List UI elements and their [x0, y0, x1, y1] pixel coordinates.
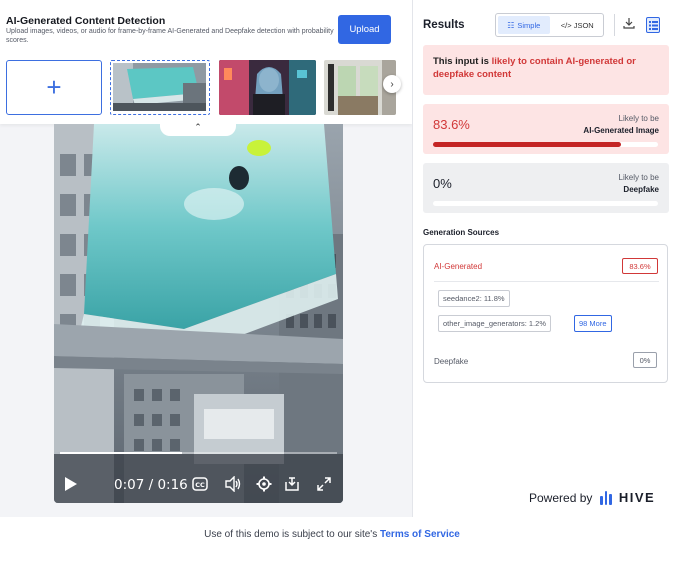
toolbar-separator	[614, 14, 615, 36]
svg-text:CC: CC	[195, 481, 205, 489]
view-toggle: ☷ Simple </> JSON	[495, 13, 604, 37]
footer-notice: Use of this demo is subject to our site'…	[204, 529, 380, 540]
collapse-toggle[interactable]: ⌃	[160, 118, 236, 136]
app-subtitle: Upload images, videos, or audio for fram…	[6, 28, 334, 44]
hive-logo-text: HIVE	[618, 490, 656, 505]
add-media-button[interactable]: +	[6, 60, 102, 115]
ai-generated-score-card: 83.6% Likely to be AI-Generated Image	[423, 104, 669, 154]
source-chip: other_image_generators: 1.2%	[438, 315, 551, 332]
ai-score-bar	[433, 142, 658, 147]
source-deepfake-badge: 0%	[633, 352, 657, 368]
results-title: Results	[423, 19, 465, 31]
details-list-icon[interactable]	[646, 17, 660, 33]
thumbnail-selected[interactable]	[110, 60, 210, 115]
video-player[interactable]: 0:07 / 0:16 CC	[54, 124, 343, 503]
alert-prefix: This input is	[433, 56, 492, 67]
deepfake-score-value: 0%	[433, 176, 452, 191]
upload-header: AI-Generated Content Detection Upload im…	[0, 0, 412, 124]
footer: Use of this demo is subject to our site'…	[0, 517, 700, 564]
deepfake-score-label-bottom: Deepfake	[623, 185, 659, 194]
powered-by[interactable]: Powered by HIVE	[529, 490, 655, 505]
download-icon[interactable]	[623, 17, 635, 32]
video-progress-fill	[60, 452, 182, 454]
deepfake-score-bar	[433, 201, 658, 206]
video-progress-bar[interactable]	[60, 452, 337, 454]
terms-of-service-link[interactable]: Terms of Service	[380, 529, 460, 540]
deepfake-score-label: Likely to be Deepfake	[619, 172, 659, 196]
list-icon: ☷	[507, 20, 515, 30]
fullscreen-icon[interactable]	[316, 475, 332, 493]
upload-button[interactable]: Upload	[338, 15, 391, 44]
sources-title: Generation Sources	[423, 228, 500, 237]
generation-sources-box: AI-Generated 83.6% seedance2: 11.8% othe…	[423, 244, 668, 383]
hive-logo-icon	[600, 490, 614, 505]
deepfake-score-label-top: Likely to be	[618, 173, 659, 182]
simple-view-label: Simple	[517, 20, 541, 30]
chevron-up-icon: ⌃	[194, 121, 202, 132]
app-title: AI-Generated Content Detection	[6, 15, 166, 27]
thumbnail-2[interactable]	[219, 60, 316, 115]
picture-in-picture-icon[interactable]	[284, 475, 300, 493]
footer-text: Use of this demo is subject to our site'…	[0, 529, 664, 540]
chevron-right-icon[interactable]: ›	[383, 75, 401, 93]
detection-alert: This input is likely to contain AI-gener…	[423, 45, 669, 95]
deepfake-score-card: 0% Likely to be Deepfake	[423, 163, 669, 213]
source-deepfake-label: Deepfake	[434, 357, 469, 366]
json-view-tab[interactable]: </> JSON	[552, 14, 604, 36]
ai-score-label-bottom: AI-Generated Image	[583, 126, 659, 135]
simple-view-tab[interactable]: ☷ Simple	[498, 16, 550, 34]
source-ai-badge: 83.6%	[622, 258, 658, 274]
settings-gear-icon[interactable]	[256, 475, 272, 493]
volume-icon[interactable]	[224, 475, 242, 493]
json-view-label: </> JSON	[560, 20, 594, 30]
video-controls: 0:07 / 0:16 CC	[54, 469, 343, 499]
ai-score-value: 83.6%	[433, 117, 470, 132]
source-ai-label: AI-Generated	[434, 262, 483, 271]
captions-icon[interactable]: CC	[192, 475, 208, 493]
thumbnail-strip: +	[6, 60, 396, 115]
thumbnail-pool-image	[113, 63, 206, 111]
plus-icon: +	[46, 72, 62, 102]
ai-score-bar-fill	[433, 142, 622, 147]
media-panel: AI-Generated Content Detection Upload im…	[0, 0, 412, 517]
more-sources-button[interactable]: 98 More	[574, 315, 612, 332]
ai-score-label: Likely to be AI-Generated Image	[583, 113, 659, 137]
powered-by-label: Powered by	[529, 490, 593, 505]
thumbnail-portrait-image	[219, 60, 316, 115]
video-time: 0:07 / 0:16	[114, 477, 188, 493]
source-chip: seedance2: 11.8%	[438, 290, 510, 307]
results-panel: Results ☷ Simple </> JSON This input is …	[413, 0, 700, 517]
sources-divider	[434, 281, 659, 282]
play-icon[interactable]	[64, 475, 78, 493]
video-frame-image	[54, 124, 343, 503]
ai-score-label-top: Likely to be	[618, 114, 659, 123]
